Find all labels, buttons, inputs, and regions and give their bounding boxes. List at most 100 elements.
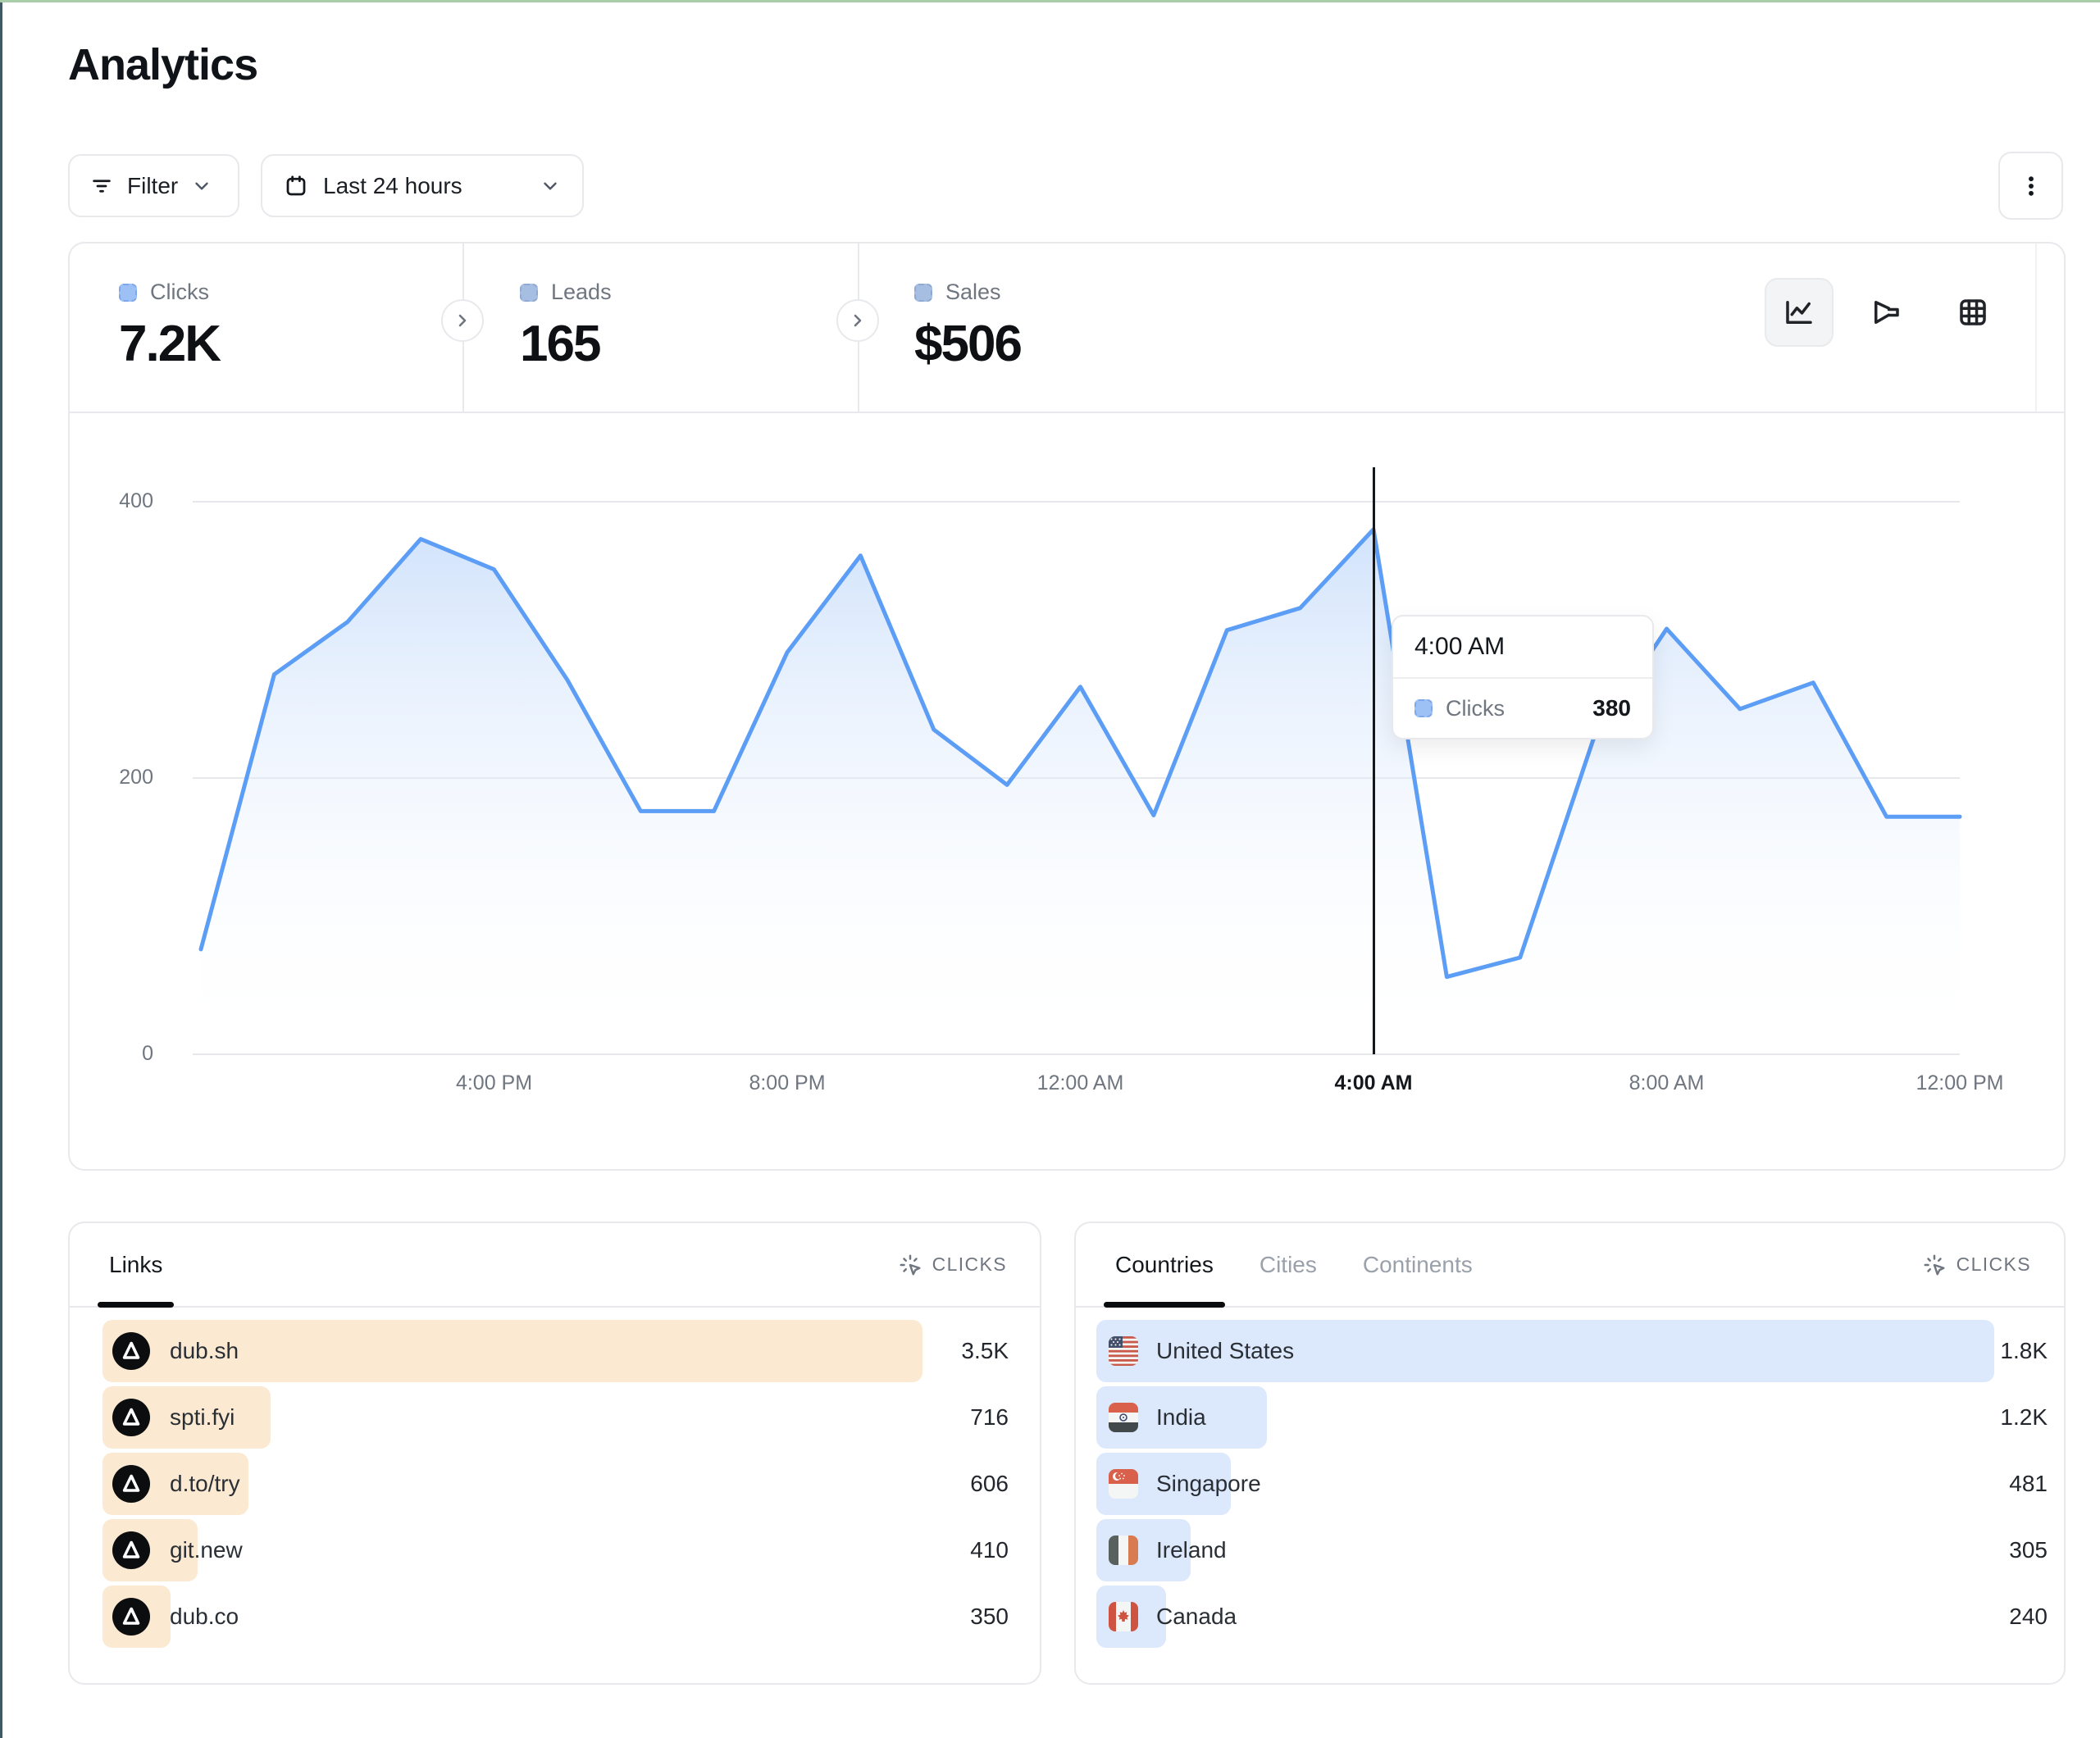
item-label: Ireland [1156,1537,1227,1563]
screen-edge-left [0,0,2,1738]
links-panel-header: Links CLICKS [70,1223,1040,1308]
stats-tab-bar: Clicks 7.2K Leads 165 Sales $506 [70,243,2064,413]
stat-label: Clicks [150,280,209,305]
x-tick-label: 4:00 AM [1335,1071,1413,1095]
chevron-right-icon [453,311,472,330]
tooltip-value: 380 [1592,695,1631,721]
list-item[interactable]: Singapore 481 [1096,1453,2048,1515]
tab-cities[interactable]: Cities [1260,1223,1317,1306]
list-item[interactable]: spti.fyi716 [102,1386,1009,1449]
dub-logo-icon [112,1531,150,1569]
item-label: d.to/try [170,1471,240,1497]
geo-panel-header: Countries Cities Continents CLICKS [1076,1223,2064,1308]
list-item[interactable]: Canada 240 [1096,1586,2048,1648]
page-title: Analytics [68,39,257,90]
item-label: Singapore [1156,1471,1261,1497]
geo-metric-label: CLICKS [1957,1253,2031,1276]
tab-continents[interactable]: Continents [1363,1223,1473,1306]
funnel-icon [1869,295,1903,330]
item-label: Canada [1156,1604,1237,1630]
expand-clicks-button[interactable] [441,299,484,342]
item-value: 606 [970,1453,1009,1515]
geo-tabs: Countries Cities Continents [1115,1223,1473,1306]
item-value: 1.8K [2000,1320,2048,1382]
chevron-down-icon [540,175,561,197]
tab-countries[interactable]: Countries [1115,1223,1214,1306]
item-label: India [1156,1404,1206,1431]
analytics-card: Clicks 7.2K Leads 165 Sales $506 [68,242,2066,1171]
table-view-button[interactable] [1938,278,2007,347]
list-item[interactable]: India 1.2K [1096,1386,2048,1449]
list-item[interactable]: Ireland 305 [1096,1519,2048,1581]
x-tick-label: 8:00 PM [749,1071,825,1095]
tooltip-series-label: Clicks [1446,696,1579,721]
line-chart-view-button[interactable] [1765,278,1834,347]
more-menu-button[interactable] [1998,152,2063,220]
list-item[interactable]: dub.co 350 [102,1586,1009,1648]
analytics-page: Analytics Filter Last 24 hours Clicks 7.… [0,0,2100,1738]
line-chart-icon [1782,295,1816,330]
x-tick-label: 12:00 AM [1037,1071,1124,1095]
flag-ca-icon [1109,1602,1138,1631]
date-range-button[interactable]: Last 24 hours [261,154,584,217]
list-item[interactable]: d.to/try 606 [102,1453,1009,1515]
item-value: 410 [970,1519,1009,1581]
y-tick-label: 200 [96,766,153,789]
tooltip-time: 4:00 AM [1393,616,1652,679]
dub-logo-icon [112,1332,150,1370]
item-value: 240 [2009,1586,2048,1648]
item-value: 350 [970,1586,1009,1648]
item-value: 3.5K [961,1320,1009,1382]
tab-divider [2035,243,2037,412]
leads-legend-swatch [520,284,538,302]
x-tick-label: 8:00 AM [1629,1071,1705,1095]
links-panel: Links CLICKS dub.sh3.5Kspti.fyi716d.to/t… [68,1222,1041,1685]
tooltip-legend-swatch [1414,699,1433,717]
list-item[interactable]: United States 1.8K [1096,1320,2048,1382]
flag-in-icon [1109,1403,1138,1432]
screen-edge-top [0,0,2100,2]
x-tick-label: 4:00 PM [456,1071,532,1095]
dub-logo-icon [112,1399,150,1436]
tab-leads[interactable]: Leads 165 [462,243,858,412]
tab-clicks[interactable]: Clicks 7.2K [70,243,462,412]
item-value: 481 [2009,1453,2048,1515]
item-label: dub.sh [170,1338,239,1364]
chart-view-toggles [1765,278,2007,347]
calendar-icon [284,174,308,198]
funnel-view-button[interactable] [1852,278,1920,347]
expand-leads-button[interactable] [836,299,879,342]
item-value: 716 [970,1386,1009,1449]
cursor-click-icon [1922,1253,1947,1277]
item-value: 305 [2009,1519,2048,1581]
tab-sales[interactable]: Sales $506 [858,243,1760,412]
item-label: git.new [170,1537,243,1563]
dub-logo-icon [112,1598,150,1636]
filter-button[interactable]: Filter [68,154,239,217]
chart-hover-line [1373,467,1375,1054]
list-item[interactable]: dub.sh 3.5K [102,1320,1009,1382]
geo-metric[interactable]: CLICKS [1922,1253,2031,1277]
filter-button-label: Filter [127,173,178,199]
date-range-label: Last 24 hours [323,173,462,199]
kebab-menu-icon [2018,173,2044,199]
geo-list: United States 1.8K India 1.2K Singapore 481 Ir… [1076,1308,2064,1652]
clicks-value: 7.2K [119,315,462,373]
links-metric[interactable]: CLICKS [898,1253,1007,1277]
links-tabs: Links [109,1223,162,1306]
clicks-legend-swatch [119,284,137,302]
geo-panel: Countries Cities Continents CLICKS United … [1074,1222,2066,1685]
item-value: 1.2K [2000,1386,2048,1449]
links-metric-label: CLICKS [932,1253,1007,1276]
item-label: United States [1156,1338,1294,1364]
item-label: dub.co [170,1604,239,1630]
tab-links[interactable]: Links [109,1223,162,1306]
sales-value: $506 [914,315,1760,373]
list-item[interactable]: git.new 410 [102,1519,1009,1581]
filter-icon [89,174,114,198]
flag-ie-icon [1109,1536,1138,1565]
flag-us-icon [1109,1336,1138,1366]
y-tick-label: 400 [96,489,153,513]
flag-sg-icon [1109,1469,1138,1499]
chevron-right-icon [848,311,868,330]
